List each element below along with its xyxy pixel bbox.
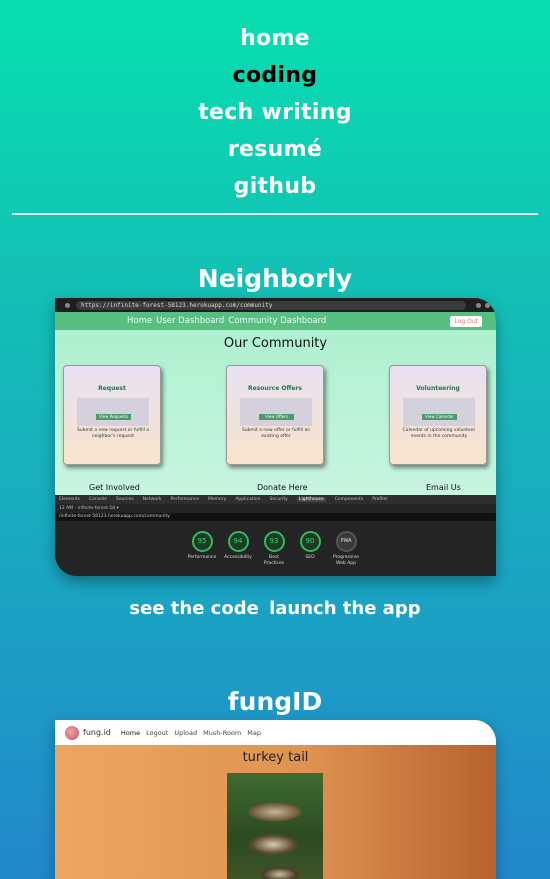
card-request: Request View Requests Submit a new reque… [63, 365, 161, 465]
score-label: Best Practices [263, 555, 285, 566]
devtools-report-row: 12 AM - infinite-forest-58 ▾ [59, 506, 119, 511]
project-title-neighborly: Neighborly [197, 264, 353, 293]
devtools-tab: Network [142, 497, 162, 502]
devtools-tab: Elements [59, 497, 80, 502]
devtools-tab: Security [269, 497, 288, 502]
browser-dot-icon [65, 302, 70, 308]
neighborly-screenshot: https://infinite-forest-58123.herokuapp.… [55, 298, 496, 576]
devtools-tab-lighthouse: Lighthouse [296, 497, 326, 502]
card-image [403, 398, 475, 426]
browser-dot-icon [485, 302, 490, 308]
devtools-tab: Sources [115, 497, 134, 502]
card-resource-offers: Resource Offers View Offers Submit a new… [226, 365, 324, 465]
footer-email: Email Us [426, 483, 461, 492]
card-button: View Requests [96, 414, 131, 420]
card-volunteering: Volunteering View Calendar Calendar of u… [389, 365, 487, 465]
neighborly-logout: Log Out [450, 315, 482, 327]
fungid-page: turkey tail [55, 745, 496, 879]
devtools-tab: Profiler [372, 497, 389, 502]
nav-resume[interactable]: resumé [0, 131, 550, 168]
browser-chrome: https://infinite-forest-58123.herokuapp.… [55, 298, 496, 312]
fungid-heading: turkey tail [242, 750, 309, 765]
fungid-navbar: fung.id Home Logout Upload Mush-Room Map [55, 720, 496, 745]
score-seo: 90 SEO [295, 531, 325, 566]
score-label: SEO [305, 555, 315, 560]
score-ring: 94 [227, 531, 249, 552]
score-ring: 90 [299, 531, 321, 552]
fungid-nav-home: Home [120, 728, 141, 737]
launch-the-app-link[interactable]: launch the app [269, 598, 421, 619]
lighthouse-scores: 95 Performance 94 Accessibility 93 Best … [187, 531, 361, 566]
devtools-tab: Application [235, 497, 261, 502]
footer-donate: Donate Here [257, 483, 308, 492]
score-ring: 95 [191, 531, 213, 552]
neighborly-nav-user-dashboard: User Dashboard [156, 316, 225, 326]
nav-tech-writing[interactable]: tech writing [0, 94, 550, 131]
score-best-practices: 93 Best Practices [259, 531, 289, 566]
card-desc: Submit a new request or fulfill a neighb… [76, 428, 150, 439]
devtools-tabs: Elements Console Sources Network Perform… [55, 495, 496, 504]
neighborly-page: Our Community Request View Requests Subm… [55, 330, 496, 495]
mushroom-photo [227, 773, 323, 879]
footer-get-involved: Get Involved [89, 483, 140, 492]
card-desc: Submit a new offer or fulfill an existin… [241, 428, 311, 439]
nav-divider [12, 213, 538, 215]
main-nav: home coding tech writing resumé github [0, 20, 550, 205]
score-accessibility: 94 Accessibility [223, 531, 253, 566]
nav-home[interactable]: home [0, 20, 550, 57]
fungid-nav-upload: Upload [174, 728, 198, 737]
devtools-tab: Memory [208, 497, 227, 502]
neighborly-nav-community-dashboard: Community Dashboard [228, 316, 327, 326]
fungid-nav-logout: Logout [146, 728, 169, 737]
see-the-code-link[interactable]: see the code [129, 598, 258, 619]
devtools-tab: Console [88, 497, 107, 502]
fungid-nav-map: Map [247, 728, 261, 737]
devtools-tab: Components [334, 497, 364, 502]
card-title: Volunteering [416, 385, 460, 392]
devtools-url: /infinite-forest-58123.herokuapp.com/com… [55, 513, 496, 521]
neighborly-nav-home: Home [127, 316, 153, 326]
devtools-tab: Performance [170, 497, 199, 502]
address-bar: https://infinite-forest-58123.herokuapp.… [76, 300, 466, 310]
mushroom-logo-icon [65, 725, 79, 740]
nav-github[interactable]: github [0, 168, 550, 205]
fungid-screenshot: fung.id Home Logout Upload Mush-Room Map… [55, 720, 496, 879]
card-title: Resource Offers [248, 385, 302, 392]
card-title: Request [98, 385, 126, 392]
card-button: View Offers [259, 414, 294, 420]
score-label: Performance [187, 555, 217, 560]
nav-coding[interactable]: coding [0, 57, 550, 94]
score-ring: 93 [263, 531, 285, 552]
neighborly-heading: Our Community [223, 336, 328, 351]
score-label: Accessibility [224, 555, 252, 560]
devtools-panel: Elements Console Sources Network Perform… [55, 495, 496, 576]
score-label: Progressive Web App [333, 555, 359, 566]
fungid-brand: fung.id [83, 728, 111, 737]
card-desc: Calendar of upcoming volunteer events in… [402, 428, 476, 439]
score-performance: 95 Performance [187, 531, 217, 566]
project-title-fungid: fungID [227, 687, 323, 716]
browser-dot-icon [476, 302, 481, 308]
neighborly-navbar: Home User Dashboard Community Dashboard … [55, 312, 496, 330]
fungid-nav-mush-room: Mush-Room [203, 728, 242, 737]
card-image [240, 398, 312, 426]
card-image [77, 398, 149, 426]
score-ring: PWA [335, 531, 357, 552]
card-button: View Calendar [422, 414, 457, 420]
neighborly-links: see the code launch the app [0, 598, 550, 619]
score-pwa: PWA Progressive Web App [331, 531, 361, 566]
